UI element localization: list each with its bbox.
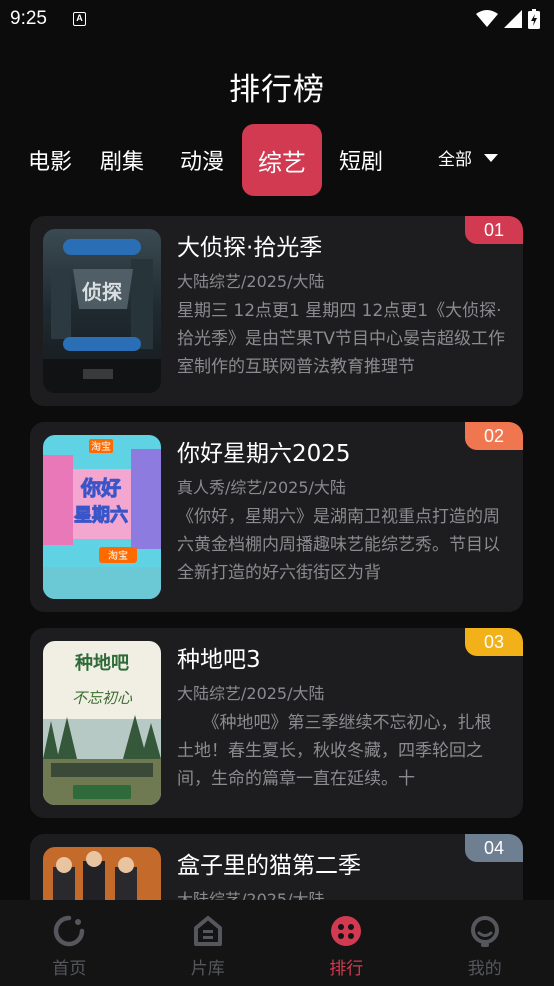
rank-badge: 01: [465, 216, 523, 244]
svg-text:星期六: 星期六: [74, 504, 128, 526]
nav-library[interactable]: 片库: [139, 900, 278, 986]
item-description: 《种地吧》第三季继续不忘初心，扎根土地！春生夏长，秋收冬藏，四季轮回之间，生命的…: [177, 713, 492, 789]
page-title: 排行榜: [229, 72, 325, 108]
rank-badge: 04: [465, 834, 523, 862]
nav-ranking[interactable]: 排行: [277, 900, 416, 986]
item-description: 《你好，星期六》是湖南卫视重点打造的周六黄金档棚内周播趣味艺能综艺秀。节目以全新…: [177, 507, 500, 583]
wifi-icon: [476, 10, 498, 27]
item-title: 种地吧3: [177, 647, 261, 673]
status-icons: [476, 9, 540, 29]
category-tabs: 电影 剧集 动漫 综艺 短剧: [18, 124, 400, 196]
svg-text:淘宝: 淘宝: [91, 440, 111, 453]
tab-short-drama[interactable]: 短剧: [322, 124, 400, 196]
item-title: 盒子里的猫第二季: [177, 853, 361, 879]
nav-profile[interactable]: 我的: [416, 900, 554, 986]
list-item[interactable]: 种地吧 不忘初心 种地吧3 大陆综艺/2025/大陆 《种地吧》第三季继续不忘初…: [30, 628, 523, 818]
item-meta: 大陆综艺/2025/大陆: [177, 272, 325, 291]
home-icon: [54, 915, 85, 947]
nav-home-label: 首页: [52, 959, 87, 979]
tab-anime[interactable]: 动漫: [162, 124, 242, 196]
bottom-navigation: 首页 片库 排行 我的: [0, 900, 554, 986]
library-icon: [193, 916, 222, 946]
rank-badge: 02: [465, 422, 523, 450]
item-title: 大侦探·拾光季: [177, 235, 323, 261]
svg-text:你好: 你好: [80, 476, 121, 500]
rank-badge: 03: [465, 628, 523, 656]
nav-library-label: 片库: [190, 959, 225, 979]
notification-icon: A: [73, 12, 86, 26]
poster-image: 种地吧 不忘初心: [43, 641, 161, 805]
status-time: 9:25: [10, 8, 47, 29]
item-title: 你好星期六2025: [177, 441, 351, 467]
battery-icon: [528, 9, 540, 29]
tab-movie[interactable]: 电影: [18, 124, 82, 196]
signal-icon: [504, 10, 522, 28]
nav-profile-label: 我的: [467, 959, 502, 979]
svg-text:种地吧: 种地吧: [74, 652, 129, 674]
caret-down-icon: [484, 153, 498, 162]
item-meta: 大陆综艺/2025/大陆: [177, 684, 325, 703]
list-item[interactable]: 淘宝 你好 星期六 淘宝 你好星期六2025 真人秀/综艺/2025/大陆 《你…: [30, 422, 523, 612]
status-bar: 9:25 A: [0, 0, 554, 40]
tab-variety[interactable]: 综艺: [242, 124, 322, 196]
svg-text:侦探: 侦探: [82, 280, 122, 304]
nav-ranking-label: 排行: [329, 959, 364, 979]
region-filter-dropdown[interactable]: 全部: [438, 145, 498, 170]
item-description: 星期三 12点更1 星期四 12点更1《大侦探·拾光季》是由芒果TV节目中心晏吉…: [177, 301, 506, 377]
filter-label: 全部: [438, 150, 472, 170]
nav-home[interactable]: 首页: [0, 900, 139, 986]
svg-text:淘宝: 淘宝: [108, 549, 128, 562]
tab-series[interactable]: 剧集: [82, 124, 162, 196]
ranking-icon: [331, 916, 362, 946]
poster-image: 淘宝 你好 星期六 淘宝: [43, 435, 161, 599]
list-item[interactable]: 侦探 大侦探·拾光季 大陆综艺/2025/大陆 星期三 12点更1 星期四 12…: [30, 216, 523, 406]
poster-image: 侦探: [43, 229, 161, 393]
item-meta: 真人秀/综艺/2025/大陆: [177, 478, 346, 497]
profile-icon: [470, 916, 499, 947]
svg-text:不忘初心: 不忘初心: [72, 689, 133, 707]
